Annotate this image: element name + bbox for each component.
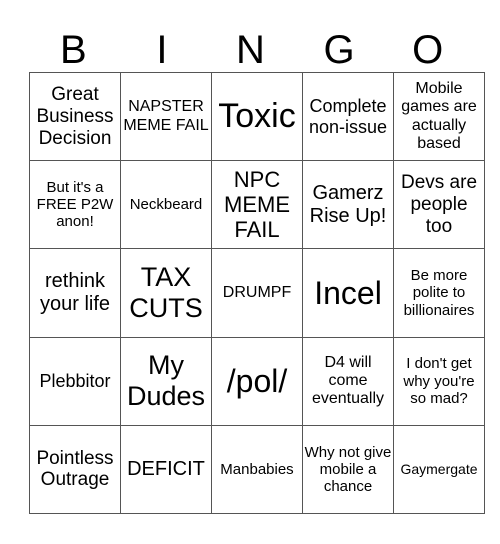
bingo-cell[interactable]: rethink your life (29, 248, 121, 338)
bingo-cell[interactable]: Devs are people too (393, 160, 485, 250)
bingo-row: But it's a FREE P2W anon! Neckbeard NPC … (29, 160, 485, 250)
bingo-row: Plebbitor My Dudes /pol/ D4 will come ev… (29, 336, 485, 426)
header-letter-g: G (323, 28, 355, 72)
bingo-row: rethink your life TAX CUTS DRUMPF Incel … (29, 248, 485, 338)
bingo-cell[interactable]: My Dudes (120, 336, 212, 426)
header-letter-i: I (156, 28, 168, 72)
bingo-cell[interactable]: TAX CUTS (120, 248, 212, 338)
bingo-cell[interactable]: Mobile games are actually based (393, 71, 485, 162)
bingo-cell[interactable]: Pointless Outrage (29, 424, 121, 515)
bingo-cell[interactable]: Toxic (211, 71, 303, 162)
bingo-grid: Great Business Decision NAPSTER MEME FAI… (29, 71, 485, 515)
bingo-cell[interactable]: Great Business Decision (29, 71, 121, 162)
bingo-cell[interactable]: DRUMPF (211, 248, 303, 338)
bingo-cell[interactable]: Gaymergate (393, 424, 485, 515)
bingo-header: B I N G O (29, 28, 472, 72)
bingo-cell[interactable]: Incel (302, 248, 394, 338)
bingo-cell[interactable]: I don't get why you're so mad? (393, 336, 485, 426)
bingo-cell[interactable]: D4 will come eventually (302, 336, 394, 426)
header-letter-n: N (236, 28, 265, 72)
bingo-cell[interactable]: Manbabies (211, 424, 303, 515)
bingo-cell[interactable]: But it's a FREE P2W anon! (29, 160, 121, 250)
bingo-cell[interactable]: Gamerz Rise Up! (302, 160, 394, 250)
bingo-cell[interactable]: NAPSTER MEME FAIL (120, 71, 212, 162)
bingo-row: Great Business Decision NAPSTER MEME FAI… (29, 71, 485, 162)
bingo-cell[interactable]: Why not give mobile a chance (302, 424, 394, 515)
header-letter-o: O (412, 28, 444, 72)
bingo-cell[interactable]: NPC MEME FAIL (211, 160, 303, 250)
bingo-cell[interactable]: Complete non-issue (302, 71, 394, 162)
header-letter-b: B (59, 28, 87, 72)
bingo-cell[interactable]: DEFICIT (120, 424, 212, 515)
bingo-cell[interactable]: /pol/ (211, 336, 303, 426)
bingo-row: Pointless Outrage DEFICIT Manbabies Why … (29, 424, 485, 515)
bingo-cell[interactable]: Be more polite to billionaires (393, 248, 485, 338)
bingo-cell[interactable]: Plebbitor (29, 336, 121, 426)
bingo-cell[interactable]: Neckbeard (120, 160, 212, 250)
